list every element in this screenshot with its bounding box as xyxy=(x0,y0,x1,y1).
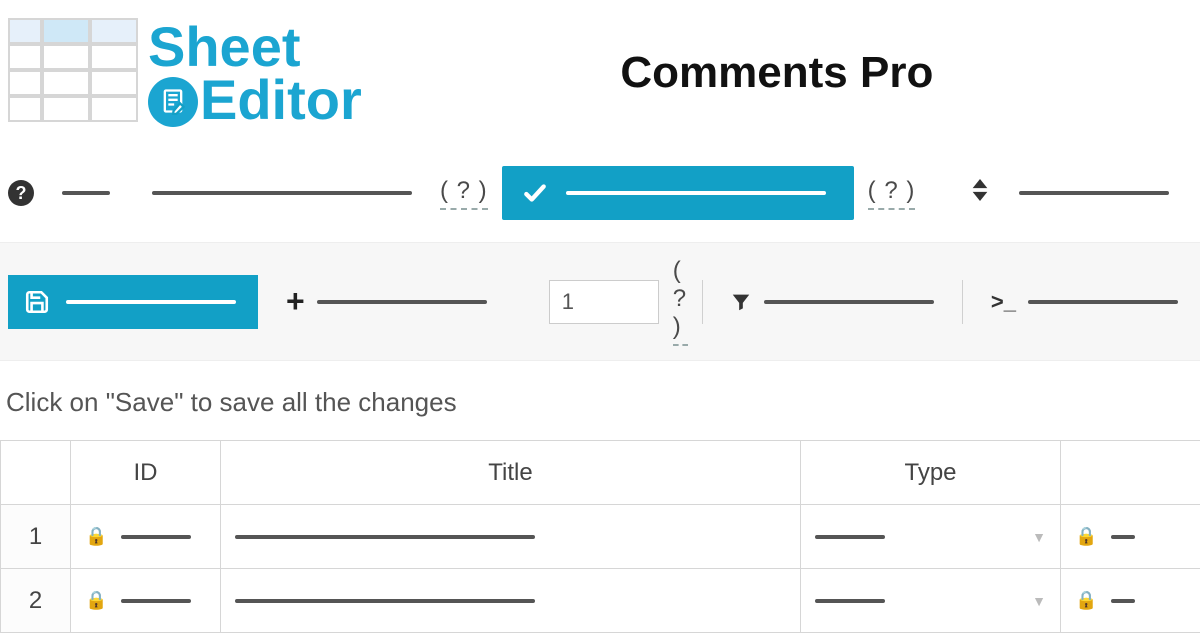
header-id[interactable]: ID xyxy=(71,441,221,505)
table-row: 2 🔒 ▼ 🔒 xyxy=(1,569,1200,633)
filter-icon xyxy=(730,291,752,313)
save-hint: Click on "Save" to save all the changes xyxy=(0,361,1200,440)
sheet-grid-icon xyxy=(8,18,138,128)
toolbar-row-2: + ( ? ) >_ xyxy=(0,242,1200,361)
chevron-down-icon: ▼ xyxy=(1032,529,1046,545)
edit-badge-icon xyxy=(148,77,198,127)
header-type[interactable]: Type xyxy=(801,441,1061,505)
table-header-row: ID Title Type xyxy=(1,441,1200,505)
help-link-3[interactable]: ( ? ) xyxy=(673,257,688,346)
cell-extra[interactable]: 🔒 xyxy=(1061,569,1200,633)
add-button[interactable]: + xyxy=(272,279,501,325)
separator xyxy=(962,280,963,324)
cell-type[interactable]: ▼ xyxy=(801,505,1061,569)
terminal-icon: >_ xyxy=(991,289,1016,315)
page-title: Comments Pro xyxy=(362,48,1192,98)
check-icon xyxy=(522,180,548,206)
save-button[interactable] xyxy=(8,275,258,329)
chevron-down-icon: ▼ xyxy=(1032,593,1046,609)
console-button[interactable]: >_ xyxy=(977,279,1192,325)
toolbar-link-1[interactable] xyxy=(48,170,124,216)
row-number[interactable]: 1 xyxy=(1,505,71,569)
header-blank2 xyxy=(1061,441,1200,505)
lock-icon: 🔒 xyxy=(1075,590,1097,611)
logo-line1: Sheet xyxy=(148,19,362,75)
lock-icon: 🔒 xyxy=(85,590,107,611)
lock-icon: 🔒 xyxy=(1075,526,1097,547)
cell-id[interactable]: 🔒 xyxy=(71,505,221,569)
help-icon[interactable]: ? xyxy=(8,180,34,206)
cell-title[interactable] xyxy=(221,505,801,569)
page-number-input[interactable] xyxy=(549,280,659,324)
cell-extra[interactable]: 🔒 xyxy=(1061,505,1200,569)
sort-icon[interactable] xyxy=(969,177,991,210)
header-blank xyxy=(1,441,71,505)
cell-title[interactable] xyxy=(221,569,801,633)
header-title[interactable]: Title xyxy=(221,441,801,505)
logo: Sheet Editor xyxy=(8,18,362,128)
help-link-1[interactable]: ( ? ) xyxy=(440,177,488,210)
table-row: 1 🔒 ▼ 🔒 xyxy=(1,505,1200,569)
help-link-2[interactable]: ( ? ) xyxy=(868,177,916,210)
cell-type[interactable]: ▼ xyxy=(801,569,1061,633)
cell-id[interactable]: 🔒 xyxy=(71,569,221,633)
primary-action-button[interactable] xyxy=(502,166,854,220)
lock-icon: 🔒 xyxy=(85,526,107,547)
toolbar-link-2[interactable] xyxy=(138,170,426,216)
row-number[interactable]: 2 xyxy=(1,569,71,633)
save-icon xyxy=(24,289,50,315)
logo-line2: Editor xyxy=(148,69,362,128)
filter-button[interactable] xyxy=(716,279,948,325)
plus-icon: + xyxy=(286,283,305,320)
logo-text: Sheet Editor xyxy=(148,19,362,128)
spreadsheet-table: ID Title Type 1 🔒 ▼ 🔒 2 🔒 xyxy=(0,440,1200,633)
separator xyxy=(702,280,703,324)
toolbar-link-3[interactable] xyxy=(1005,170,1183,216)
toolbar-row-1: ? ( ? ) ( ? ) xyxy=(0,156,1200,236)
header: Sheet Editor Comments Pro xyxy=(0,0,1200,156)
